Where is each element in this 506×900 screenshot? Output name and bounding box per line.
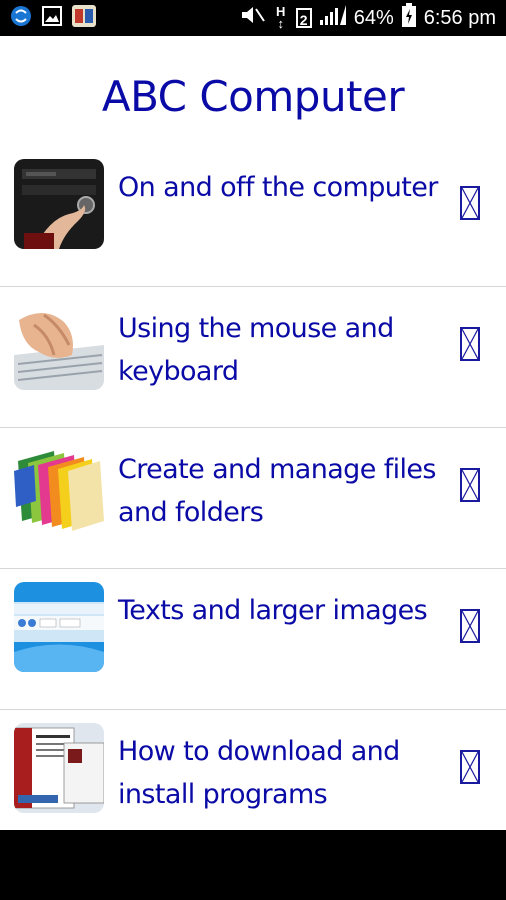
magnifier-window-photo bbox=[14, 582, 104, 672]
page-title: ABC Computer bbox=[101, 72, 405, 121]
setup-wizard-photo bbox=[14, 723, 104, 813]
battery-percent: 64% bbox=[353, 6, 394, 29]
book-app-icon bbox=[72, 4, 96, 32]
power-button-photo bbox=[14, 159, 104, 249]
list-item-download-install[interactable]: How to download and install programs bbox=[0, 710, 506, 830]
list-item-texts-images[interactable]: Texts and larger images bbox=[0, 569, 506, 710]
sync-icon bbox=[10, 5, 32, 32]
colored-folders-photo bbox=[14, 441, 104, 531]
chevron-right-icon[interactable] bbox=[460, 609, 480, 643]
lesson-list: On and off the computer Using the mouse … bbox=[0, 146, 506, 830]
chevron-right-icon[interactable] bbox=[460, 750, 480, 784]
list-item-files-folders[interactable]: Create and manage files and folders bbox=[0, 428, 506, 569]
keyboard-typing-photo bbox=[14, 300, 104, 390]
item-label: On and off the computer bbox=[118, 172, 438, 203]
item-label: Texts and larger images bbox=[118, 595, 428, 626]
list-item-power[interactable]: On and off the computer bbox=[0, 146, 506, 287]
mute-icon bbox=[240, 5, 266, 31]
sim-2-icon: 2 bbox=[295, 8, 312, 28]
item-label: Using the mouse and keyboard bbox=[118, 313, 394, 387]
gallery-icon bbox=[42, 5, 62, 31]
hd-signal-icon: H ↕ bbox=[276, 4, 286, 31]
chevron-right-icon[interactable] bbox=[460, 468, 480, 502]
battery-charging-icon bbox=[401, 3, 416, 33]
signal-bars-icon bbox=[319, 5, 346, 31]
chevron-right-icon[interactable] bbox=[460, 186, 480, 220]
list-item-mouse-keyboard[interactable]: Using the mouse and keyboard bbox=[0, 287, 506, 428]
item-label: How to download and install programs bbox=[118, 736, 400, 810]
app-content: ABC Computer On and off the computer Usi… bbox=[0, 36, 506, 830]
item-label: Create and manage files and folders bbox=[118, 454, 437, 528]
status-bar: H ↕ 2 64% 6:56 pm bbox=[0, 0, 506, 36]
chevron-right-icon[interactable] bbox=[460, 327, 480, 361]
navigation-bar bbox=[0, 830, 506, 900]
clock: 6:56 pm bbox=[423, 6, 496, 29]
